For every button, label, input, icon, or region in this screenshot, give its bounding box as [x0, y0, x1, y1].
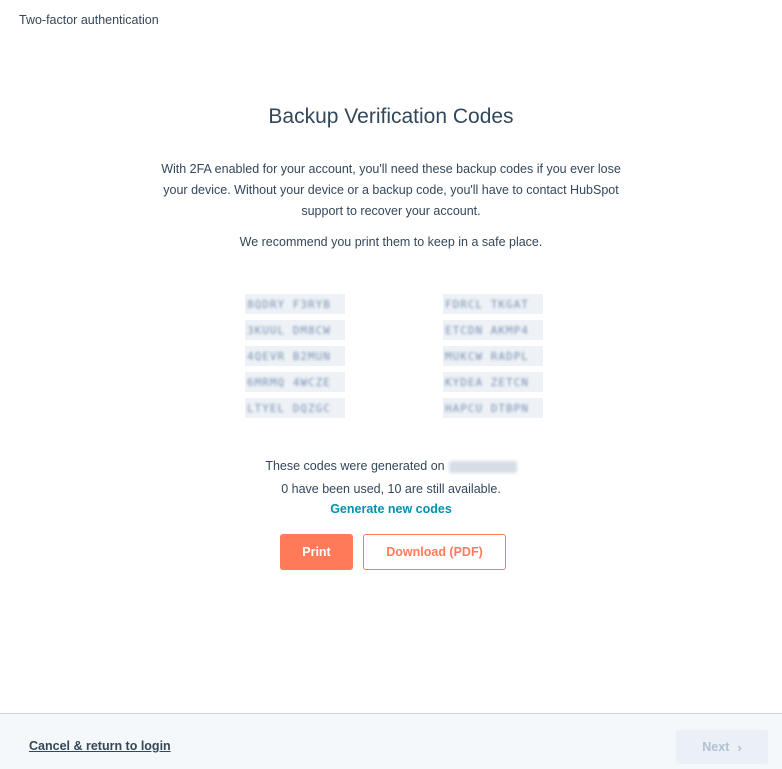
page-header-title: Two-factor authentication: [19, 13, 159, 27]
chevron-right-icon: ›: [737, 739, 742, 755]
print-recommendation: We recommend you print them to keep in a…: [239, 235, 543, 249]
next-button-label: Next: [702, 740, 730, 754]
backup-code-text: LTYEL DQZGC: [247, 401, 331, 415]
generate-new-codes-link[interactable]: Generate new codes: [0, 502, 782, 516]
backup-code-text: HAPCU DTBPN: [445, 401, 529, 415]
redacted-date: [448, 460, 517, 473]
backup-code: 6MRMQ 4WCZE: [245, 372, 345, 392]
next-button[interactable]: Next ›: [676, 730, 768, 764]
backup-code-text: FDRCL TKGAT: [445, 297, 529, 311]
backup-code: 3KUUL DM8CW: [245, 320, 345, 340]
footer-bar: Cancel & return to login Next ›: [0, 713, 782, 769]
backup-code: HAPCU DTBPN: [443, 398, 543, 418]
backup-code: FDRCL TKGAT: [443, 294, 543, 314]
backup-code: MUKCW RADPL: [443, 346, 543, 366]
page-title: Backup Verification Codes: [268, 105, 514, 128]
backup-code-text: MUKCW RADPL: [445, 349, 529, 363]
codes-generated-info: These codes were generated on: [0, 459, 782, 473]
backup-codes-left-column: 8QDRY F3RYB 3KUUL DM8CW 4QEVR B2MUN 6MRM…: [245, 294, 345, 424]
backup-code-text: KYDEA ZETCN: [445, 375, 529, 389]
backup-codes-list: 8QDRY F3RYB 3KUUL DM8CW 4QEVR B2MUN 6MRM…: [0, 294, 782, 434]
backup-codes-description: With 2FA enabled for your account, you'l…: [161, 162, 621, 218]
codes-usage-info: 0 have been used, 10 are still available…: [281, 482, 501, 496]
cancel-return-to-login-link[interactable]: Cancel & return to login: [29, 739, 171, 753]
download-pdf-button[interactable]: Download (PDF): [363, 534, 506, 570]
backup-code: ETCDN AKMP4: [443, 320, 543, 340]
backup-code-text: 6MRMQ 4WCZE: [247, 375, 331, 389]
print-button[interactable]: Print: [280, 534, 353, 570]
backup-code-text: 8QDRY F3RYB: [247, 297, 331, 311]
backup-code: 4QEVR B2MUN: [245, 346, 345, 366]
backup-code: LTYEL DQZGC: [245, 398, 345, 418]
codes-generated-label: These codes were generated on: [265, 459, 445, 473]
backup-code: 8QDRY F3RYB: [245, 294, 345, 314]
backup-code-text: ETCDN AKMP4: [445, 323, 529, 337]
backup-code: KYDEA ZETCN: [443, 372, 543, 392]
backup-code-text: 4QEVR B2MUN: [247, 349, 331, 363]
backup-code-text: 3KUUL DM8CW: [247, 323, 331, 337]
backup-codes-right-column: FDRCL TKGAT ETCDN AKMP4 MUKCW RADPL KYDE…: [443, 294, 543, 424]
